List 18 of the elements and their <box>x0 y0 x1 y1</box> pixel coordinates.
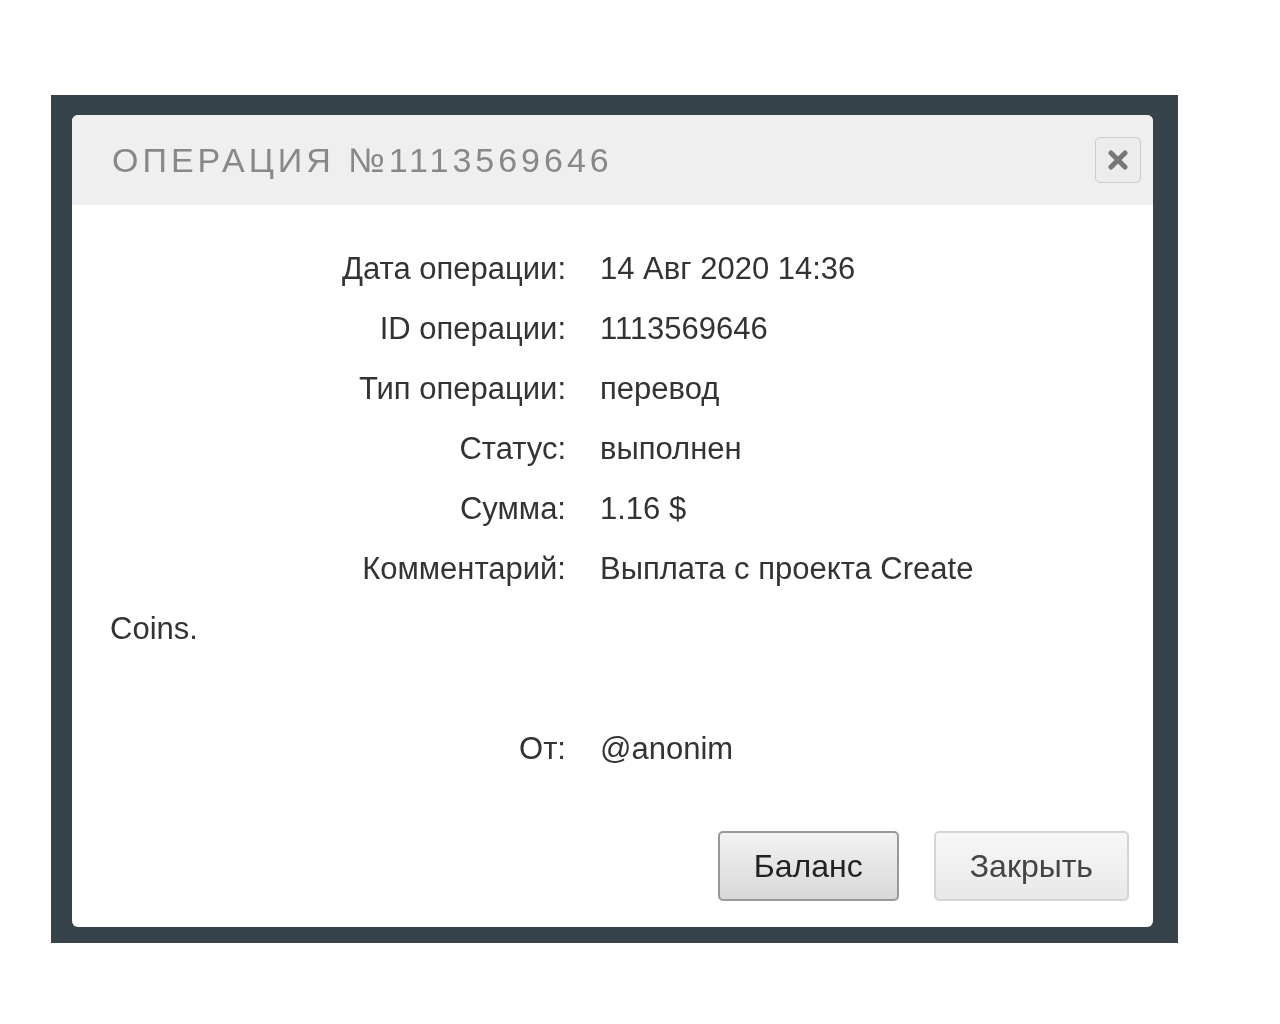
field-label: Статус: <box>458 430 566 468</box>
close-dialog-button[interactable]: Закрыть <box>933 831 1129 901</box>
field-label: Дата операции: <box>341 250 566 288</box>
field-value: 1113569646 <box>600 311 768 346</box>
field-value: 1.16 $ <box>600 491 687 526</box>
field-value: перевод <box>600 371 720 406</box>
balance-button[interactable]: Баланс <box>717 831 899 901</box>
field-label: Тип операции: <box>357 370 566 408</box>
close-icon <box>1108 150 1128 170</box>
field-value: 14 Авг 2020 14:36 <box>600 251 856 286</box>
field-label: Сумма: <box>458 490 566 528</box>
field-value: выполнен <box>600 431 742 466</box>
dialog-title: ОПЕРАЦИЯ №1113569646 <box>112 140 613 180</box>
comment-text: Комментарий: Выплата с проекта Create Coins. <box>110 550 975 648</box>
field-value: @anonim <box>600 731 734 766</box>
field-label: ID операции: <box>378 310 566 348</box>
field-label: От: <box>518 730 566 768</box>
close-button[interactable] <box>1095 137 1141 183</box>
